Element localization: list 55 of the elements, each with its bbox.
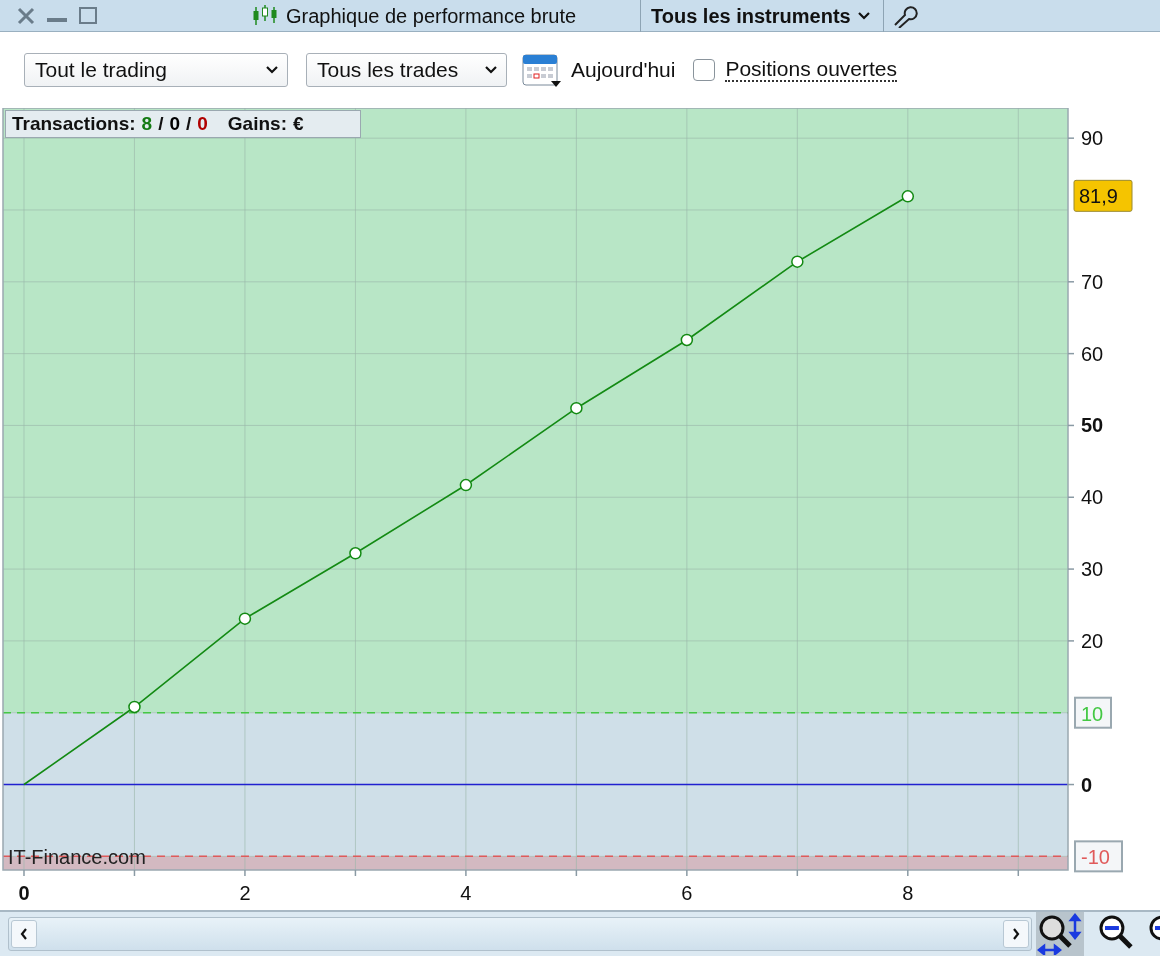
- horizontal-scrollbar[interactable]: [8, 917, 1033, 951]
- threshold-label: 10: [1074, 696, 1112, 729]
- currency-symbol: €: [292, 113, 304, 135]
- separator: /: [158, 113, 164, 135]
- last-value-badge: 81,9: [1073, 179, 1133, 212]
- transaction-count: 8: [141, 113, 153, 135]
- y-axis-label: 70: [1081, 270, 1104, 293]
- chevron-icon: [484, 65, 498, 75]
- zoom-fit-icon: [1037, 913, 1084, 955]
- data-point: [238, 612, 252, 625]
- y-axis-label: 40: [1081, 486, 1104, 509]
- separator: /: [186, 113, 192, 135]
- data-point: [791, 255, 804, 268]
- trades-select[interactable]: Tous les trades: [306, 53, 507, 87]
- window-title: Graphique de performance brute: [286, 3, 578, 28]
- y-axis-label: 60: [1081, 342, 1104, 365]
- data-point: [680, 333, 694, 347]
- x-axis-label: 0: [18, 882, 30, 904]
- transactions-label: Transactions:: [12, 113, 136, 135]
- candlestick-icon: [252, 4, 280, 27]
- gains-label: Gains:: [227, 113, 287, 135]
- data-point: [128, 700, 141, 714]
- ref-line-label: -10: [1081, 846, 1110, 869]
- scope-select[interactable]: Tout le trading: [24, 53, 288, 87]
- scroll-right-button[interactable]: [1003, 920, 1030, 948]
- x-axis-label: 4: [460, 882, 472, 904]
- data-point: [901, 190, 915, 203]
- watermark: IT-Finance.com: [8, 846, 146, 868]
- y-axis-label: 0: [1081, 773, 1093, 796]
- date-label: Aujourd'hui: [571, 58, 676, 82]
- chevron-icon: [856, 10, 871, 21]
- data-point: [349, 547, 362, 560]
- y-axis-label: 50: [1081, 414, 1104, 437]
- x-axis-label: 6: [681, 882, 693, 904]
- x-axis-label: 8: [902, 882, 914, 904]
- y-axis-label: 30: [1081, 558, 1104, 581]
- data-point: [459, 478, 473, 492]
- data-point: [570, 401, 583, 415]
- open-positions-link[interactable]: Positions ouvertes: [725, 58, 897, 82]
- y-axis-label: 20: [1081, 629, 1104, 652]
- chevron-left-icon: [19, 927, 29, 941]
- close-icon[interactable]: [16, 5, 36, 26]
- scroll-left-button[interactable]: [11, 920, 37, 948]
- maximize-icon[interactable]: [78, 5, 98, 26]
- chevron-right-icon: [1011, 927, 1022, 941]
- instrument-menu[interactable]: Tous les instruments: [641, 3, 883, 28]
- transaction-count: 0: [169, 113, 180, 135]
- zoom-fit-button[interactable]: [1036, 912, 1085, 956]
- transaction-count: 0: [197, 113, 208, 135]
- open-positions-checkbox[interactable]: [693, 59, 716, 81]
- threshold-label: -10: [1074, 840, 1123, 873]
- x-axis-label: 2: [239, 882, 251, 904]
- chevron-icon: [265, 65, 279, 75]
- ref-line-label: 10: [1081, 702, 1104, 725]
- y-axis-label: 90: [1081, 127, 1104, 150]
